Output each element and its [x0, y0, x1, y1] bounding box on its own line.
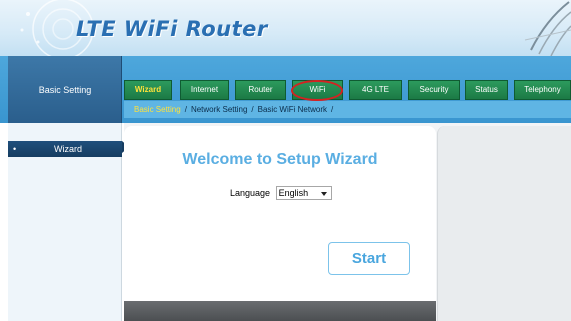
start-button[interactable]: Start: [328, 242, 410, 275]
side-panel: [437, 126, 571, 321]
tab-wizard[interactable]: Wizard: [124, 80, 172, 100]
tab-status[interactable]: Status: [465, 80, 508, 100]
breadcrumb-separator: /: [330, 105, 334, 114]
language-select[interactable]: English: [275, 185, 332, 200]
footer-bar: [124, 301, 436, 321]
globe-decoration-icon: [524, 1, 571, 56]
left-panel: Basic Setting: [8, 56, 122, 123]
bullet-icon: •: [13, 144, 17, 154]
breadcrumb: Basic Setting / Network Setting / Basic WiFi…: [124, 101, 571, 118]
tab-telephony[interactable]: Telephony: [514, 80, 571, 100]
language-selected-value: English: [278, 187, 309, 198]
breadcrumb-item-network-setting[interactable]: Network Setting: [191, 105, 247, 114]
tab-4g-lte[interactable]: 4G LTE: [349, 80, 402, 100]
breadcrumb-current[interactable]: Basic Setting: [134, 105, 181, 114]
sidebar-item-label: Wizard: [54, 144, 83, 154]
page-title: Welcome to Setup Wizard: [182, 151, 378, 168]
chevron-down-icon: [320, 191, 327, 196]
sidebar: • Wizard: [8, 123, 122, 321]
breadcrumb-separator: /: [251, 105, 254, 114]
basic-setting-label: Basic Setting: [38, 85, 92, 95]
breadcrumb-item-basic-wifi-network[interactable]: Basic WiFi Network: [258, 105, 327, 114]
tab-router[interactable]: Router: [235, 80, 286, 100]
breadcrumb-separator: /: [184, 105, 187, 114]
language-label: Language: [230, 187, 271, 198]
sidebar-item-wizard[interactable]: • Wizard: [8, 141, 122, 157]
tab-wifi[interactable]: WiFi: [292, 80, 343, 100]
tab-internet[interactable]: Internet: [180, 80, 229, 100]
header-banner: LTE WiFi Router: [0, 0, 571, 56]
app-title: LTE WiFi Router: [76, 17, 268, 41]
language-row: Language English: [230, 185, 332, 200]
tab-security[interactable]: Security: [408, 80, 460, 100]
